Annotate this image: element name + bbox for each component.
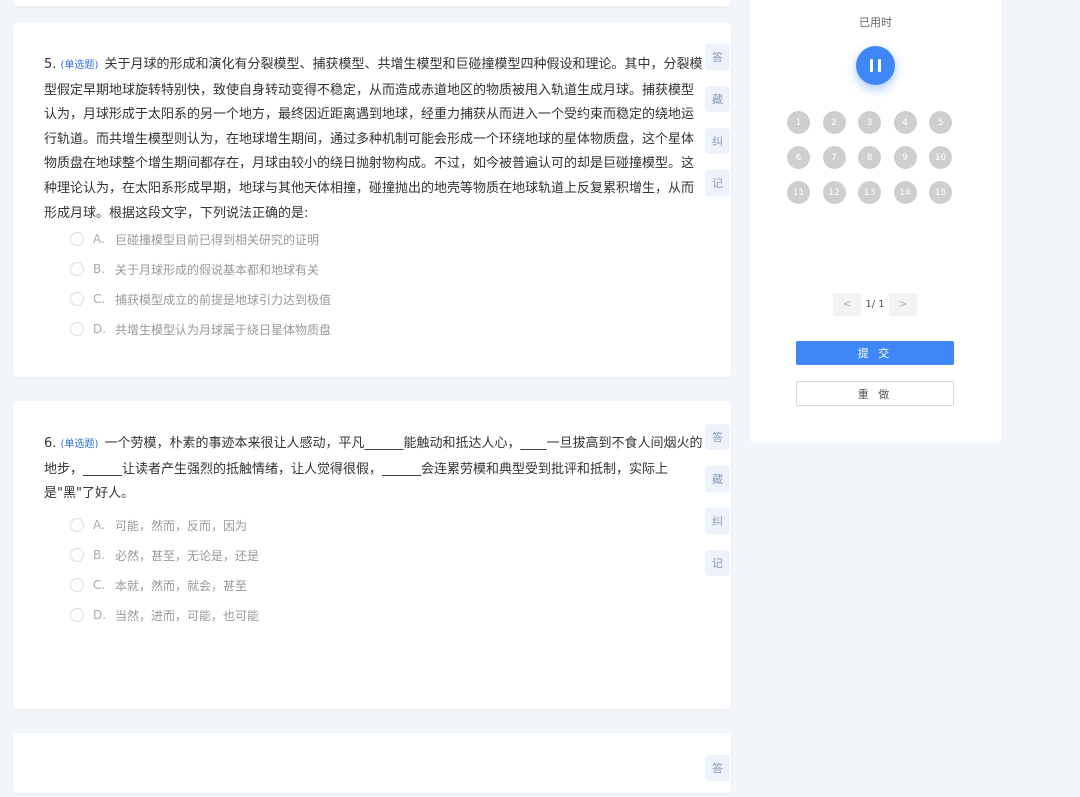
- question-stem: 一个劳模，朴素的事迹本来很让人感动，平凡______能触动和抵达人心，____一…: [44, 436, 703, 502]
- question-number-bubble[interactable]: 13: [858, 181, 881, 204]
- question-number-bubble[interactable]: 8: [858, 146, 881, 169]
- question-card-5: 5. (单选题) 关于月球的形成和演化有分裂模型、捕获模型、共增生模型和巨碰撞模…: [13, 22, 731, 377]
- question-tools: 答: [705, 755, 730, 797]
- question-number-bubble[interactable]: 10: [929, 146, 952, 169]
- question-card-7: 答: [13, 733, 731, 793]
- report-error-button[interactable]: 纠: [705, 128, 730, 154]
- question-number-bubble[interactable]: 5: [929, 111, 952, 134]
- question-text: 5. (单选题) 关于月球的形成和演化有分裂模型、捕获模型、共增生模型和巨碰撞模…: [44, 53, 704, 226]
- option-d[interactable]: D. 当然，进而，可能，也可能: [70, 600, 259, 630]
- option-b[interactable]: B. 必然，甚至，无论是，还是: [70, 540, 259, 570]
- question-number-grid: 1 2 3 4 5 6 7 8 9 10 11 12 13 14 15: [787, 111, 967, 204]
- option-text: 关于月球形成的假说基本都和地球有关: [115, 262, 320, 277]
- option-text: 共增生模型认为月球属于绕日星体物质盘: [115, 322, 332, 337]
- question-number-bubble[interactable]: 4: [893, 111, 917, 134]
- question-number-bubble[interactable]: 1: [787, 111, 810, 134]
- answer-button[interactable]: 答: [705, 424, 730, 450]
- answer-button[interactable]: 答: [705, 755, 730, 781]
- question-number-bubble[interactable]: 9: [893, 146, 917, 169]
- previous-question-card-bottom: [13, 0, 731, 6]
- elapsed-time-label: 已用时: [859, 16, 892, 29]
- radio-button[interactable]: [70, 608, 84, 622]
- option-text: 本就，然而，就会，甚至: [115, 578, 248, 593]
- radio-button[interactable]: [70, 518, 84, 532]
- answer-button[interactable]: 答: [705, 44, 730, 70]
- question-number-bubble[interactable]: 2: [822, 111, 846, 134]
- option-b[interactable]: B. 关于月球形成的假说基本都和地球有关: [70, 254, 331, 284]
- question-number: 5.: [44, 57, 57, 72]
- radio-button[interactable]: [70, 292, 84, 306]
- question-tools: 答 藏 纠 记: [705, 44, 730, 212]
- option-text: 捕获模型成立的前提是地球引力达到极值: [115, 292, 332, 307]
- answer-sheet-panel: 已用时 1 2 3 4 5 6 7 8 9 10 11 12 13 14 15 …: [750, 0, 1001, 443]
- question-type-tag: (单选题): [60, 439, 99, 450]
- favorite-button[interactable]: 藏: [705, 466, 730, 492]
- prev-page-button[interactable]: <: [833, 293, 861, 316]
- question-number-bubble[interactable]: 7: [822, 146, 846, 169]
- question-number-bubble[interactable]: 14: [893, 181, 917, 204]
- question-number-bubble[interactable]: 15: [929, 181, 952, 204]
- option-c[interactable]: C. 本就，然而，就会，甚至: [70, 570, 259, 600]
- pause-icon: [878, 59, 881, 72]
- options-list: A. 巨碰撞模型目前已得到相关研究的证明 B. 关于月球形成的假说基本都和地球有关 …: [70, 224, 331, 344]
- note-button[interactable]: 记: [705, 170, 730, 196]
- question-stem: 关于月球的形成和演化有分裂模型、捕获模型、共增生模型和巨碰撞模型四种假设和理论。…: [44, 57, 703, 221]
- radio-button[interactable]: [70, 262, 84, 276]
- pagination: < 1/ 1 >: [833, 293, 917, 316]
- options-list: A. 可能，然而，反而，因为 B. 必然，甚至，无论是，还是 C. 本就，然而，就会，…: [70, 510, 259, 630]
- question-number-bubble[interactable]: 3: [858, 111, 881, 134]
- question-type-tag: (单选题): [60, 60, 99, 71]
- question-text: 6. (单选题) 一个劳模，朴素的事迹本来很让人感动，平凡______能触动和抵…: [44, 432, 704, 507]
- option-a[interactable]: A. 可能，然而，反而，因为: [70, 510, 259, 540]
- next-page-button[interactable]: >: [889, 293, 917, 316]
- option-a[interactable]: A. 巨碰撞模型目前已得到相关研究的证明: [70, 224, 331, 254]
- question-card-6: 6. (单选题) 一个劳模，朴素的事迹本来很让人感动，平凡______能触动和抵…: [13, 401, 731, 709]
- radio-button[interactable]: [70, 578, 84, 592]
- pause-button[interactable]: [856, 46, 895, 85]
- question-number-bubble[interactable]: 6: [787, 146, 810, 169]
- report-error-button[interactable]: 纠: [705, 508, 730, 534]
- question-number: 6.: [44, 436, 57, 451]
- submit-button[interactable]: 提 交: [796, 341, 954, 365]
- option-text: 当然，进而，可能，也可能: [115, 608, 260, 623]
- note-button[interactable]: 记: [705, 550, 730, 576]
- page-indicator: 1/ 1: [865, 299, 885, 310]
- redo-button[interactable]: 重 做: [796, 381, 954, 406]
- option-text: 必然，甚至，无论是，还是: [115, 548, 260, 563]
- question-number-bubble[interactable]: 12: [822, 181, 846, 204]
- option-text: 巨碰撞模型目前已得到相关研究的证明: [115, 232, 320, 247]
- pause-icon: [870, 59, 873, 72]
- option-d[interactable]: D. 共增生模型认为月球属于绕日星体物质盘: [70, 314, 331, 344]
- radio-button[interactable]: [70, 322, 84, 336]
- option-text: 可能，然而，反而，因为: [115, 518, 248, 533]
- radio-button[interactable]: [70, 548, 84, 562]
- radio-button[interactable]: [70, 232, 84, 246]
- question-number-bubble[interactable]: 11: [787, 181, 810, 204]
- option-c[interactable]: C. 捕获模型成立的前提是地球引力达到极值: [70, 284, 331, 314]
- question-tools: 答 藏 纠 记: [705, 424, 730, 592]
- favorite-button[interactable]: 藏: [705, 86, 730, 112]
